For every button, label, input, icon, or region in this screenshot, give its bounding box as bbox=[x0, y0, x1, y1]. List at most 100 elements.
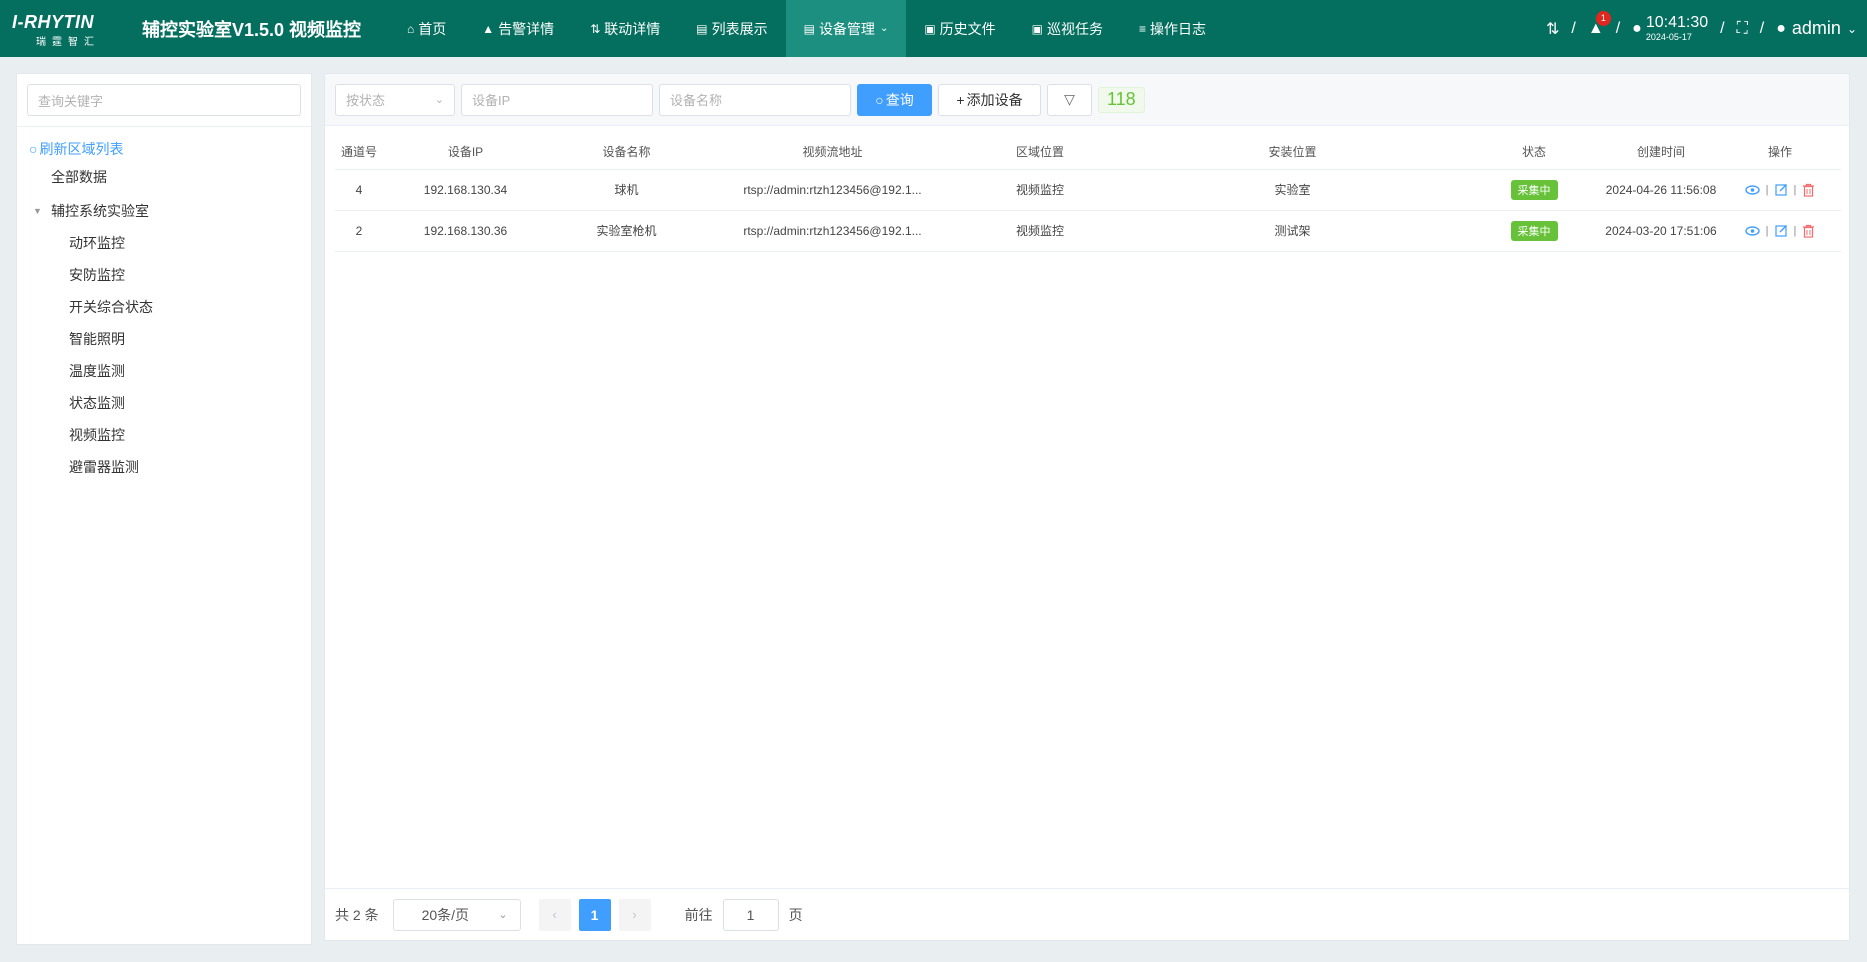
trash-icon[interactable] bbox=[1802, 224, 1815, 238]
tree-node-root[interactable]: ▼ 辅控系统实验室 bbox=[17, 195, 311, 227]
nav-linkage-detail[interactable]: ⇅ 联动详情 bbox=[572, 0, 678, 57]
refresh-area-list-link[interactable]: ○ 刷新区域列表 bbox=[29, 139, 311, 159]
chevron-right-icon: › bbox=[632, 907, 637, 922]
nav-home[interactable]: ⌂ 首页 bbox=[389, 0, 464, 57]
tree-item[interactable]: 动环监控 bbox=[17, 227, 311, 259]
chevron-down-icon: ⌄ bbox=[879, 23, 889, 34]
tree-label: 状态监测 bbox=[69, 395, 125, 411]
linkage-icon[interactable]: ⇅ bbox=[1546, 19, 1559, 39]
separator: / bbox=[1720, 19, 1725, 37]
column-header: 操作 bbox=[1719, 134, 1841, 170]
patrol-icon: ▣ bbox=[1031, 21, 1044, 36]
eye-icon[interactable] bbox=[1744, 225, 1760, 237]
nav-label: 巡视任务 bbox=[1047, 20, 1104, 37]
chevron-down-icon: ⌄ bbox=[1846, 21, 1857, 36]
edit-icon[interactable] bbox=[1774, 224, 1788, 237]
tree-label: 安防监控 bbox=[69, 267, 125, 283]
column-header[interactable]: 通道号 bbox=[335, 134, 383, 170]
next-page-button[interactable]: › bbox=[618, 898, 651, 931]
separator: / bbox=[1759, 19, 1765, 37]
fullscreen-icon[interactable]: ⛶ bbox=[1737, 20, 1748, 38]
cell-location: 实验室 bbox=[1120, 169, 1465, 211]
separator: / bbox=[1615, 19, 1621, 37]
nav-history-files[interactable]: ▣ 历史文件 bbox=[906, 0, 1013, 57]
cell-created: 2024-03-20 17:51:06 bbox=[1603, 210, 1719, 252]
nav-alarm-detail[interactable]: ▲ 告警详情 bbox=[464, 0, 572, 57]
nav-operation-log[interactable]: ≡ 操作日志 bbox=[1121, 0, 1224, 57]
nav-device-management[interactable]: ▤ 设备管理 ⌄ bbox=[785, 0, 907, 57]
page-size-select[interactable]: 20条/页 ⌄ bbox=[392, 898, 521, 931]
tree-label: 全部数据 bbox=[51, 169, 107, 185]
tree-label: 开关综合状态 bbox=[69, 299, 153, 315]
column-header[interactable]: 设备名称 bbox=[548, 134, 705, 170]
keyword-search-input[interactable]: 查询关键字 bbox=[27, 84, 301, 116]
column-header[interactable]: 安装位置 bbox=[1120, 134, 1465, 170]
device-ip-input[interactable]: 设备IP bbox=[461, 83, 653, 116]
plus-icon: + bbox=[956, 91, 965, 108]
link-icon: ⇅ bbox=[590, 21, 601, 36]
funnel-icon: ▽ bbox=[1064, 91, 1075, 107]
prev-page-button[interactable]: ‹ bbox=[538, 898, 571, 931]
tree-item[interactable]: 温度监测 bbox=[17, 355, 311, 387]
tree-item[interactable]: 智能照明 bbox=[17, 323, 311, 355]
goto-page-input[interactable]: 1 bbox=[722, 898, 779, 931]
logo-subtext: 瑞霆智汇 bbox=[36, 37, 100, 48]
cell-name: 球机 bbox=[548, 169, 705, 211]
alarm-badge: 1 bbox=[1595, 10, 1611, 26]
table-row[interactable]: 4 192.168.130.34 球机 rtsp://admin:rtzh123… bbox=[335, 169, 1841, 211]
device-name-input[interactable]: 设备名称 bbox=[659, 83, 851, 116]
tree-item[interactable]: 视频监控 bbox=[17, 419, 311, 451]
list-icon: ▤ bbox=[696, 21, 708, 36]
page-scrollbar[interactable] bbox=[1859, 57, 1867, 962]
user-name: admin bbox=[1791, 18, 1841, 38]
page-number-current[interactable]: 1 bbox=[578, 898, 611, 931]
nav-list-view[interactable]: ▤ 列表展示 bbox=[678, 0, 785, 57]
tree-item[interactable]: 避雷器监测 bbox=[17, 451, 311, 483]
tree-item[interactable]: 状态监测 bbox=[17, 387, 311, 419]
eye-icon[interactable] bbox=[1744, 184, 1760, 196]
edit-icon[interactable] bbox=[1774, 183, 1788, 196]
column-header[interactable]: 状态 bbox=[1465, 134, 1603, 170]
separator: / bbox=[1571, 19, 1576, 37]
filter-button[interactable]: ▽ bbox=[1047, 83, 1092, 116]
query-button[interactable]: ○ 查询 bbox=[857, 83, 932, 116]
column-header[interactable]: 设备IP bbox=[383, 134, 548, 170]
nav-label: 操作日志 bbox=[1150, 20, 1207, 37]
column-header[interactable]: 创建时间 bbox=[1603, 134, 1719, 170]
cell-status: 采集中 bbox=[1465, 169, 1603, 211]
separator: | bbox=[1793, 224, 1797, 237]
home-icon: ⌂ bbox=[407, 21, 415, 36]
table-row[interactable]: 2 192.168.130.36 实验室枪机 rtsp://admin:rtzh… bbox=[335, 210, 1841, 252]
cell-channel: 4 bbox=[335, 169, 383, 211]
search-icon: ○ bbox=[29, 141, 38, 157]
tree-label: 动环监控 bbox=[69, 235, 125, 251]
device-panel: 按状态 ⌄ 设备IP 设备名称 ○ 查询 + 添加设备 ▽ 118 通道号 设备… bbox=[324, 73, 1850, 941]
expand-arrow-icon[interactable]: ▼ bbox=[33, 206, 51, 216]
column-header[interactable]: 视频流地址 bbox=[705, 134, 960, 170]
nav-patrol-tasks[interactable]: ▣ 巡视任务 bbox=[1014, 0, 1121, 57]
chevron-down-icon: ⌄ bbox=[498, 909, 508, 921]
tree-item[interactable]: 安防监控 bbox=[17, 259, 311, 291]
area-sidebar: 查询关键字 ○ 刷新区域列表 全部数据 ▼ 辅控系统实验室 动环监控 安防监控 … bbox=[16, 73, 312, 945]
column-header[interactable]: 区域位置 bbox=[960, 134, 1120, 170]
cell-stream: rtsp://admin:rtzh123456@192.1... bbox=[705, 169, 960, 211]
cell-stream: rtsp://admin:rtzh123456@192.1... bbox=[705, 210, 960, 252]
user-menu[interactable]: ● admin ⌄ bbox=[1776, 18, 1857, 39]
tree-label: 视频监控 bbox=[69, 427, 125, 443]
cell-location: 测试架 bbox=[1120, 210, 1465, 252]
add-device-button[interactable]: + 添加设备 bbox=[938, 83, 1041, 116]
tree-item-all-data[interactable]: 全部数据 bbox=[17, 161, 311, 193]
cell-actions: | | bbox=[1719, 169, 1841, 211]
status-select[interactable]: 按状态 ⌄ bbox=[335, 83, 455, 116]
separator: | bbox=[1765, 224, 1769, 237]
tree-label: 辅控系统实验室 bbox=[51, 203, 149, 219]
tree-item[interactable]: 开关综合状态 bbox=[17, 291, 311, 323]
cell-actions: | | bbox=[1719, 210, 1841, 252]
header-tools: ⇅ / ▲ 1 / ● 10:41:30 2024-05-17 / ⛶ / ● … bbox=[1546, 0, 1857, 57]
nav-label: 首页 bbox=[418, 20, 447, 37]
query-label: 查询 bbox=[885, 91, 914, 108]
page-size-value: 20条/页 bbox=[421, 906, 470, 923]
trash-icon[interactable] bbox=[1802, 183, 1815, 197]
search-placeholder: 查询关键字 bbox=[38, 93, 104, 109]
alarm-bell[interactable]: ▲ 1 bbox=[1588, 10, 1611, 38]
